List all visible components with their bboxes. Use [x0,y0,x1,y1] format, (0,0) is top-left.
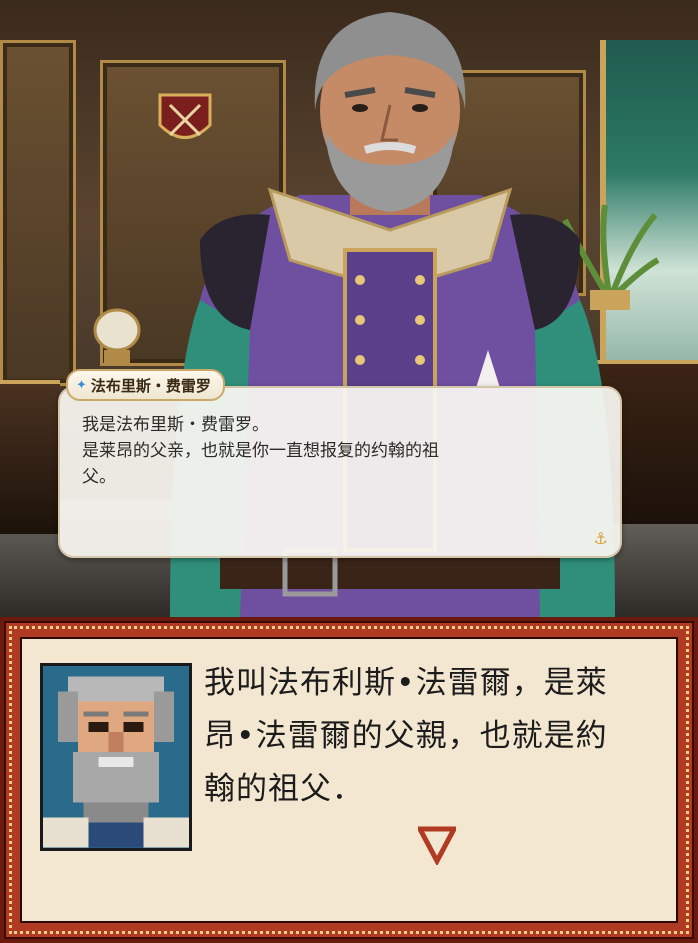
retro-frame-border: 我叫法布利斯•法雷爾，是萊 昂•法雷爾的父親，也就是約 翰的祖父． [4,621,694,939]
speech-bubble-tail [476,350,500,388]
speaker-name-tag: ✦ 法布里斯・费雷罗 [66,369,225,401]
side-table [0,380,60,534]
dialogue-bubble[interactable]: 我是法布里斯・费雷罗。 是莱昂的父亲，也就是你一直想报复的约翰的祖 父。 ⚓ [58,386,622,558]
dialogue-text: 我是法布里斯・费雷罗。 是莱昂的父亲，也就是你一直想报复的约翰的祖 父。 [82,415,439,487]
pixel-portrait-icon [40,663,192,851]
speaker-name: 法布里斯・费雷罗 [90,376,211,395]
retro-dialogue-box[interactable]: 我叫法布利斯•法雷爾，是萊 昂•法雷爾的父親，也就是約 翰的祖父． [0,617,698,943]
wall-panel-left [0,40,76,386]
retro-dialogue-panel: 我叫法布利斯•法雷爾，是萊 昂•法雷爾的父親，也就是約 翰的祖父． [20,637,678,923]
diamond-icon: ✦ [76,377,87,393]
oil-lamp-icon [93,308,141,366]
story-scene[interactable]: ✦ 法布里斯・费雷罗 我是法布里斯・费雷罗。 是莱昂的父亲，也就是你一直想报复的… [0,0,698,617]
down-triangle-icon[interactable] [418,825,456,865]
anchor-icon: ⚓ [593,529,608,548]
retro-dialogue-text: 我叫法布利斯•法雷爾，是萊 昂•法雷爾的父親，也就是約 翰的祖父． [204,665,608,807]
